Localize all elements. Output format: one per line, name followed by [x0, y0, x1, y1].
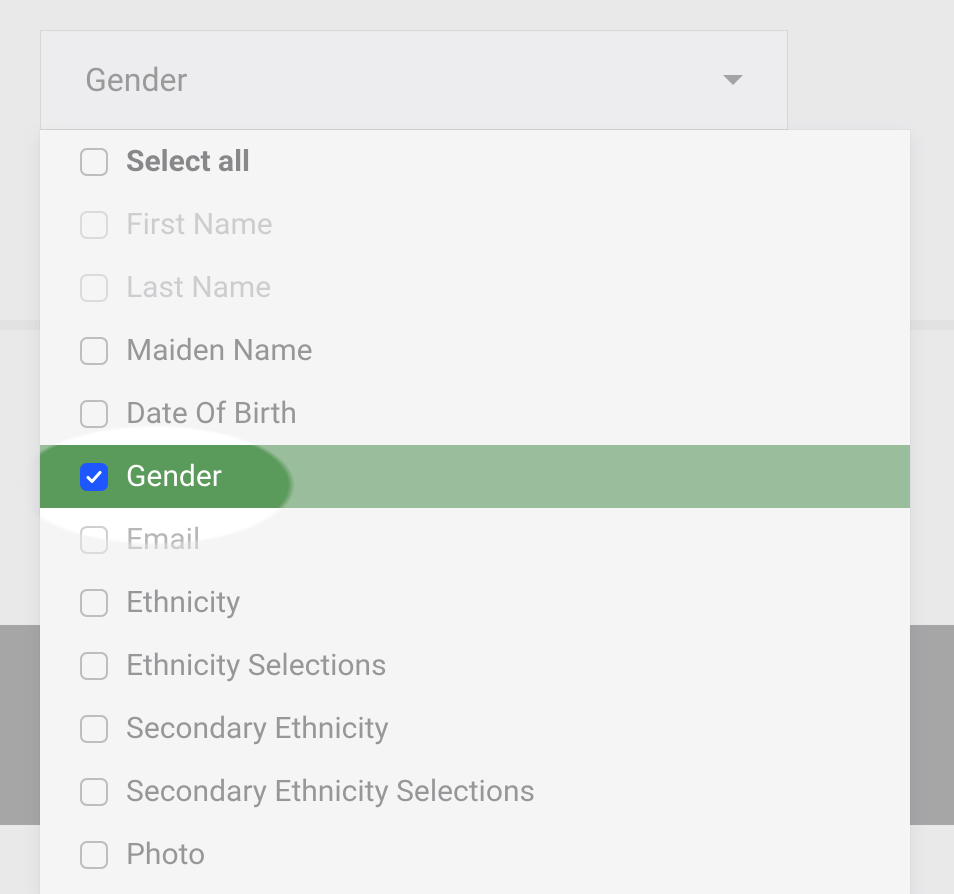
checkbox[interactable] [80, 715, 108, 743]
checkbox[interactable] [80, 778, 108, 806]
option-gender[interactable]: Gender [40, 445, 910, 508]
checkbox[interactable] [80, 652, 108, 680]
select-dropdown[interactable]: Select all First Name Last Name Maiden Name… [40, 130, 910, 894]
option-secondary-ethnicity[interactable]: Secondary Ethnicity [40, 697, 910, 760]
option-first-name: First Name [40, 193, 910, 256]
checkbox[interactable] [80, 337, 108, 365]
checkbox[interactable] [80, 148, 108, 176]
option-label: Select all [126, 144, 250, 179]
option-last-name: Last Name [40, 256, 910, 319]
option-label: Gender [126, 459, 222, 494]
option-email: Email [40, 508, 910, 571]
checkbox[interactable] [80, 589, 108, 617]
select-value: Gender [85, 61, 187, 99]
checkbox[interactable] [80, 841, 108, 869]
option-label: First Name [126, 207, 273, 242]
option-maiden-name[interactable]: Maiden Name [40, 319, 910, 382]
option-label: Date Of Birth [126, 396, 297, 431]
option-ethnicity[interactable]: Ethnicity [40, 571, 910, 634]
option-date-of-birth[interactable]: Date Of Birth [40, 382, 910, 445]
option-label: Last Name [126, 270, 271, 305]
option-secondary-ethnicity-selections[interactable]: Secondary Ethnicity Selections [40, 760, 910, 823]
field-select[interactable]: Gender [40, 30, 788, 130]
option-photo[interactable]: Photo [40, 823, 910, 886]
checkbox[interactable] [80, 400, 108, 428]
checkbox [80, 274, 108, 302]
option-select-all[interactable]: Select all [40, 130, 910, 193]
option-label: Ethnicity Selections [126, 648, 387, 683]
checkbox [80, 526, 108, 554]
option-label: Photo [126, 837, 205, 872]
option-label: Secondary Ethnicity Selections [126, 774, 535, 809]
checkbox [80, 211, 108, 239]
chevron-down-icon [723, 75, 743, 85]
checkbox[interactable] [80, 463, 108, 491]
option-label: Secondary Ethnicity [126, 711, 389, 746]
option-label: Maiden Name [126, 333, 313, 368]
option-label: Email [126, 522, 200, 557]
option-ethnicity-selections[interactable]: Ethnicity Selections [40, 634, 910, 697]
option-label: Ethnicity [126, 585, 240, 620]
check-icon [86, 469, 102, 485]
select-trigger[interactable]: Gender [40, 30, 788, 130]
